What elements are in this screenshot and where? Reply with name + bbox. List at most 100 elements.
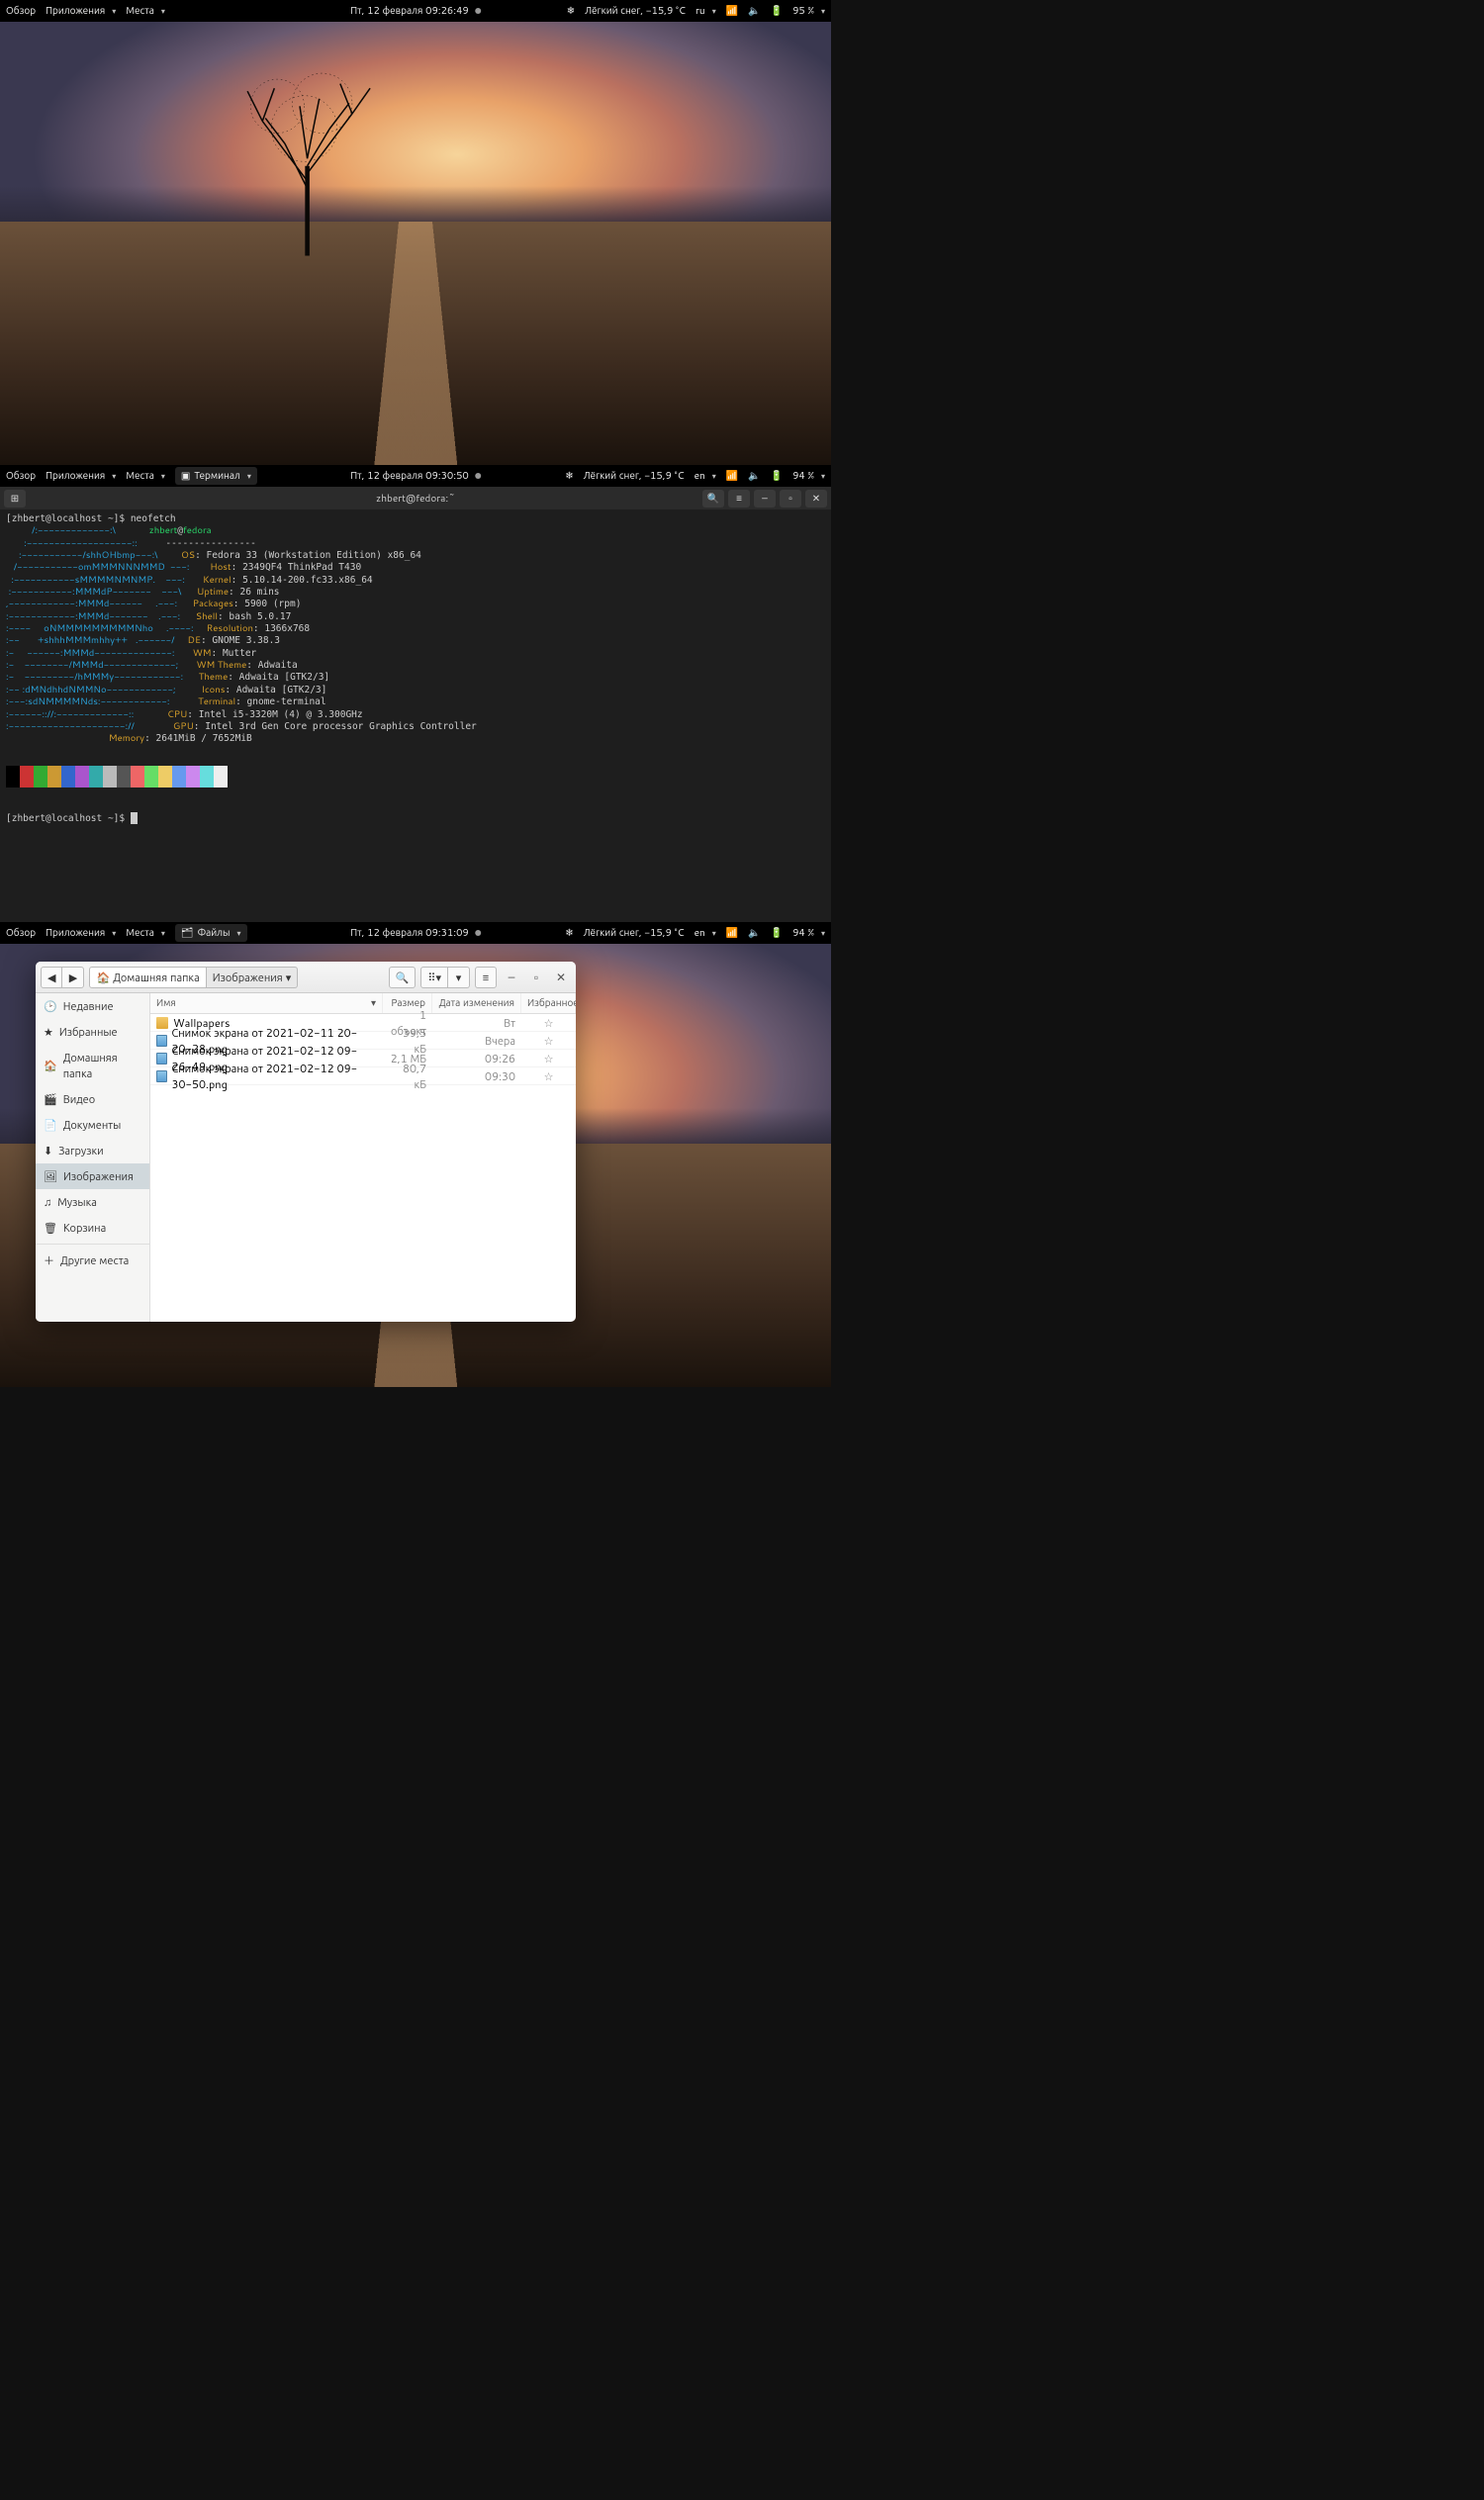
back-button[interactable]: ◀ xyxy=(41,967,62,988)
sidebar-item[interactable]: ＋Другие места xyxy=(36,1248,149,1273)
sidebar-item[interactable]: 🖼Изображения xyxy=(36,1163,149,1189)
clock[interactable]: Пт, 12 февраля 09:30:50 xyxy=(350,469,469,483)
minimize-button[interactable]: – xyxy=(502,968,521,987)
tree-icon xyxy=(232,66,382,266)
new-tab-button[interactable]: ⊞ xyxy=(4,490,26,508)
sidebar-item[interactable]: 🏠Домашняя папка xyxy=(36,1045,149,1086)
battery-icon: 🔋 xyxy=(771,4,783,18)
breadcrumb: 🏠 Домашняя папка Изображения ▾ xyxy=(89,967,383,988)
sidebar-icon: 🕑 xyxy=(44,998,57,1014)
hamburger-menu-button[interactable]: ≡ xyxy=(728,490,750,508)
weather-indicator[interactable]: Лёгкий снег, −15,9 °C xyxy=(585,4,686,18)
clock[interactable]: Пт, 12 февраля 09:26:49 xyxy=(350,4,469,18)
file-name: Снимок экрана от 2021-02-12 09-30-50.png xyxy=(172,1061,378,1092)
view-mode-button[interactable]: ⠿▾ xyxy=(420,967,448,988)
search-button[interactable]: 🔍 xyxy=(389,967,417,988)
battery-icon: 🔋 xyxy=(771,926,783,940)
column-headers: Имя▾ Размер Дата изменения Избранное xyxy=(150,993,576,1014)
battery-percent[interactable]: 95 % xyxy=(792,4,825,18)
cursor-icon xyxy=(131,812,138,824)
sidebar-item[interactable]: 📄Документы xyxy=(36,1112,149,1138)
battery-icon: 🔋 xyxy=(771,469,783,483)
favorite-toggle[interactable]: ☆ xyxy=(521,1015,576,1031)
minimize-button[interactable]: – xyxy=(754,490,776,508)
applications-menu[interactable]: Приложения xyxy=(46,926,116,940)
sidebar-icon: ⬇ xyxy=(44,1143,52,1158)
weather-indicator[interactable]: Лёгкий снег, −15,9 °C xyxy=(584,926,685,940)
weather-icon: ❄ xyxy=(567,4,575,18)
app-menu-files[interactable]: 🗂Файлы xyxy=(175,924,247,942)
sidebar-item[interactable]: 🕑Недавние xyxy=(36,993,149,1019)
applications-menu[interactable]: Приложения xyxy=(46,469,116,483)
file-date: Вчера xyxy=(432,1033,521,1049)
sidebar-label: Изображения xyxy=(63,1168,134,1184)
view-options-button[interactable]: ▾ xyxy=(448,967,470,988)
network-icon[interactable]: 📶 xyxy=(726,469,738,483)
network-icon[interactable]: 📶 xyxy=(726,926,738,940)
search-button[interactable]: 🔍 xyxy=(702,490,724,508)
image-icon xyxy=(156,1070,167,1082)
desktop-wallpaper xyxy=(0,22,831,465)
sidebar-label: Корзина xyxy=(63,1220,106,1236)
places-menu[interactable]: Места xyxy=(126,926,165,940)
weather-icon: ❄ xyxy=(565,469,573,483)
battery-percent[interactable]: 94 % xyxy=(792,926,825,940)
maximize-button[interactable]: ▫ xyxy=(526,968,546,987)
sidebar-icon: 🏠 xyxy=(44,1058,57,1073)
notification-dot-icon xyxy=(475,8,481,14)
crumb-home[interactable]: 🏠 Домашняя папка xyxy=(89,967,206,988)
favorite-toggle[interactable]: ☆ xyxy=(521,1033,576,1049)
sidebar-icon: 🎬 xyxy=(44,1091,57,1107)
forward-button[interactable]: ▶ xyxy=(62,967,84,988)
sidebar-item[interactable]: ★Избранные xyxy=(36,1019,149,1045)
places-menu[interactable]: Места xyxy=(126,4,165,18)
screenshot-desktop: Обзор Приложения Места Пт, 12 февраля 09… xyxy=(0,0,831,465)
file-date: 09:26 xyxy=(432,1051,521,1066)
close-button[interactable]: ✕ xyxy=(551,968,571,987)
places-menu[interactable]: Места xyxy=(126,469,165,483)
column-fav[interactable]: Избранное xyxy=(521,993,576,1013)
hamburger-menu-button[interactable]: ≡ xyxy=(475,967,497,988)
favorite-toggle[interactable]: ☆ xyxy=(521,1051,576,1066)
overview-button[interactable]: Обзор xyxy=(6,4,36,18)
files-headerbar: ◀ ▶ 🏠 Домашняя папка Изображения ▾ 🔍 ⠿▾ … xyxy=(36,962,576,993)
top-panel: Обзор Приложения Места 🗂Файлы Пт, 12 фев… xyxy=(0,922,831,944)
clock[interactable]: Пт, 12 февраля 09:31:09 xyxy=(350,926,469,940)
favorite-toggle[interactable]: ☆ xyxy=(521,1068,576,1084)
app-menu-terminal[interactable]: ▣Терминал xyxy=(175,467,257,485)
screenshot-files: Обзор Приложения Места 🗂Файлы Пт, 12 фев… xyxy=(0,922,831,1387)
crumb-current[interactable]: Изображения ▾ xyxy=(207,967,299,988)
volume-icon[interactable]: 🔈 xyxy=(748,926,760,940)
top-panel: Обзор Приложения Места Пт, 12 февраля 09… xyxy=(0,0,831,22)
sidebar-item[interactable]: ⬇ Загрузки xyxy=(36,1138,149,1163)
sidebar-item[interactable]: 🎬Видео xyxy=(36,1086,149,1112)
overview-button[interactable]: Обзор xyxy=(6,469,36,483)
weather-icon: ❄ xyxy=(565,926,573,940)
keyboard-layout[interactable]: en xyxy=(695,926,716,940)
notification-dot-icon xyxy=(475,473,481,479)
sidebar-icon: ♫ xyxy=(44,1194,51,1210)
volume-icon[interactable]: 🔈 xyxy=(748,4,760,18)
color-swatches xyxy=(6,766,825,787)
top-panel: Обзор Приложения Места ▣Терминал Пт, 12 … xyxy=(0,465,831,487)
sidebar-item[interactable]: 🗑Корзина xyxy=(36,1215,149,1241)
network-icon[interactable]: 📶 xyxy=(726,4,738,18)
overview-button[interactable]: Обзор xyxy=(6,926,36,940)
battery-percent[interactable]: 94 % xyxy=(792,469,825,483)
weather-indicator[interactable]: Лёгкий снег, −15,9 °C xyxy=(584,469,685,483)
sidebar-label: Загрузки xyxy=(58,1143,103,1158)
close-button[interactable]: ✕ xyxy=(805,490,827,508)
file-row[interactable]: Снимок экрана от 2021-02-12 09-30-50.png… xyxy=(150,1067,576,1085)
terminal-output[interactable]: [zhbert@localhost ~]$ neofetch /:-------… xyxy=(0,509,831,922)
sidebar-label: Музыка xyxy=(57,1194,97,1210)
keyboard-layout[interactable]: en xyxy=(695,469,716,483)
sidebar-item[interactable]: ♫ Музыка xyxy=(36,1189,149,1215)
maximize-button[interactable]: ▫ xyxy=(780,490,801,508)
screenshot-terminal: Обзор Приложения Места ▣Терминал Пт, 12 … xyxy=(0,465,831,922)
sidebar-icon: 📄 xyxy=(44,1117,57,1133)
column-date[interactable]: Дата изменения xyxy=(432,993,521,1013)
applications-menu[interactable]: Приложения xyxy=(46,4,116,18)
column-name[interactable]: Имя▾ xyxy=(150,993,383,1013)
volume-icon[interactable]: 🔈 xyxy=(748,469,760,483)
keyboard-layout[interactable]: ru xyxy=(696,4,716,18)
